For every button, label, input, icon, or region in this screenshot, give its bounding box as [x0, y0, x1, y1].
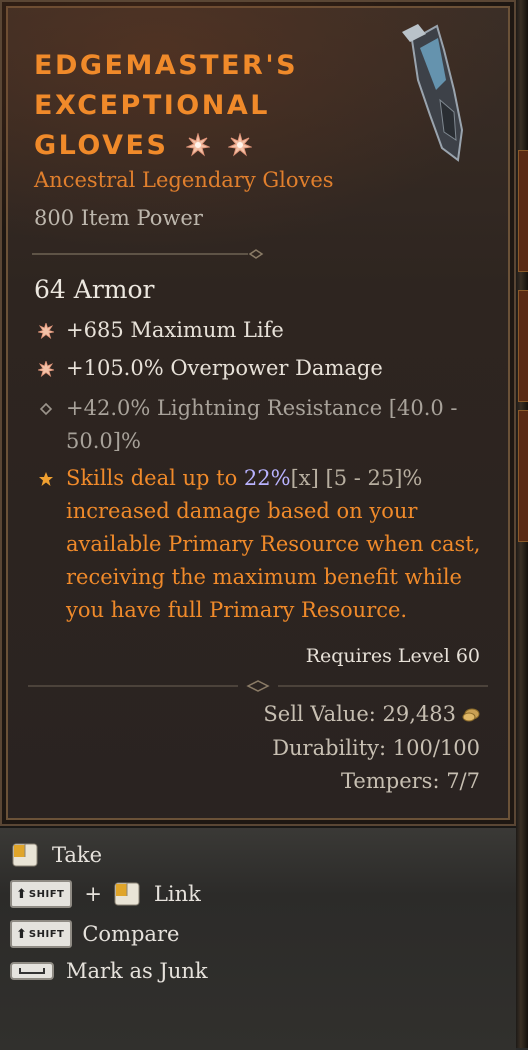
action-bar: Take ⬆ SHIFT + Link ⬆ SHIFT Compare Mark a…	[0, 826, 516, 1050]
action-label: Compare	[82, 922, 180, 946]
affix-overpower-damage: +105.0% Overpower Damage	[38, 352, 488, 385]
link-action[interactable]: ⬆ SHIFT + Link	[10, 880, 201, 908]
aspect-value-range: [5 - 25]%	[318, 466, 423, 490]
greater-affix-icon	[228, 133, 253, 157]
divider	[28, 680, 488, 692]
adjacent-slot[interactable]	[518, 150, 528, 272]
sell-value: Sell Value: 29,483	[263, 702, 480, 726]
take-action[interactable]: Take	[10, 842, 102, 868]
gloves-item-icon	[402, 24, 464, 162]
aspect-text-line: receiving the maximum benefit while	[66, 565, 462, 589]
item-name-line: Edgemaster's	[34, 50, 299, 81]
spacebar-key-icon	[10, 962, 54, 980]
affix-lightning-resistance: +42.0% Lightning Resistance [40.0 - 50.0…	[38, 392, 488, 458]
item-name: Edgemaster's Exceptional Gloves	[34, 46, 424, 166]
shift-key-icon: ⬆ SHIFT	[10, 920, 73, 948]
action-label: Take	[52, 843, 103, 867]
greater-affix-icon	[186, 133, 211, 157]
aspect-text-line: available Primary Resource when cast,	[66, 532, 481, 556]
item-name-line: Gloves	[34, 130, 169, 161]
legendary-aspect: Skills deal up to 22%[x] [5 - 25]% incre…	[38, 462, 488, 627]
adjacent-slot[interactable]	[518, 410, 528, 542]
greater-affix-icon	[38, 323, 54, 339]
action-label: Link	[153, 882, 201, 906]
affix-text-line: +42.0% Lightning Resistance [40.0 -	[66, 396, 458, 420]
item-power: 800 Item Power	[34, 206, 203, 230]
tempers: Tempers: 7/7	[341, 769, 480, 793]
adjacent-slot[interactable]	[518, 290, 528, 402]
affix-text-line: 50.0]%	[66, 429, 141, 453]
shift-key-icon: ⬆ SHIFT	[10, 880, 73, 908]
item-name-line: Exceptional	[34, 90, 270, 121]
gold-coin-icon	[462, 708, 480, 722]
affix-text: +685 Maximum Life	[66, 318, 284, 342]
durability: Durability: 100/100	[272, 736, 480, 760]
divider	[32, 249, 264, 259]
aspect-text-line: you have full Primary Resource.	[66, 598, 408, 622]
aspect-value-marker: [x]	[290, 466, 319, 490]
mouse-left-click-icon	[12, 843, 38, 867]
aspect-rolled-value: 22%	[243, 466, 291, 490]
aspect-text-line: increased damage based on your	[66, 499, 418, 523]
mouse-left-click-icon	[114, 882, 140, 906]
required-level: Requires Level 60	[305, 645, 480, 667]
aspect-text: Skills deal up to	[66, 466, 244, 490]
affix-maximum-life: +685 Maximum Life	[38, 314, 488, 347]
mark-as-junk-action[interactable]: Mark as Junk	[10, 959, 208, 983]
legendary-star-icon	[39, 472, 53, 486]
plus-sign: +	[84, 882, 102, 906]
item-tooltip: Edgemaster's Exceptional Gloves Ancestra…	[0, 0, 516, 826]
item-type: Ancestral Legendary Gloves	[34, 168, 334, 192]
diamond-bullet-icon	[39, 402, 53, 416]
armor-value: 64 Armor	[34, 275, 155, 304]
affix-text: +105.0% Overpower Damage	[66, 356, 383, 380]
sell-value-text: Sell Value: 29,483	[263, 702, 456, 726]
compare-action[interactable]: ⬆ SHIFT Compare	[10, 920, 179, 948]
action-label: Mark as Junk	[66, 959, 208, 983]
greater-affix-icon	[38, 361, 54, 377]
